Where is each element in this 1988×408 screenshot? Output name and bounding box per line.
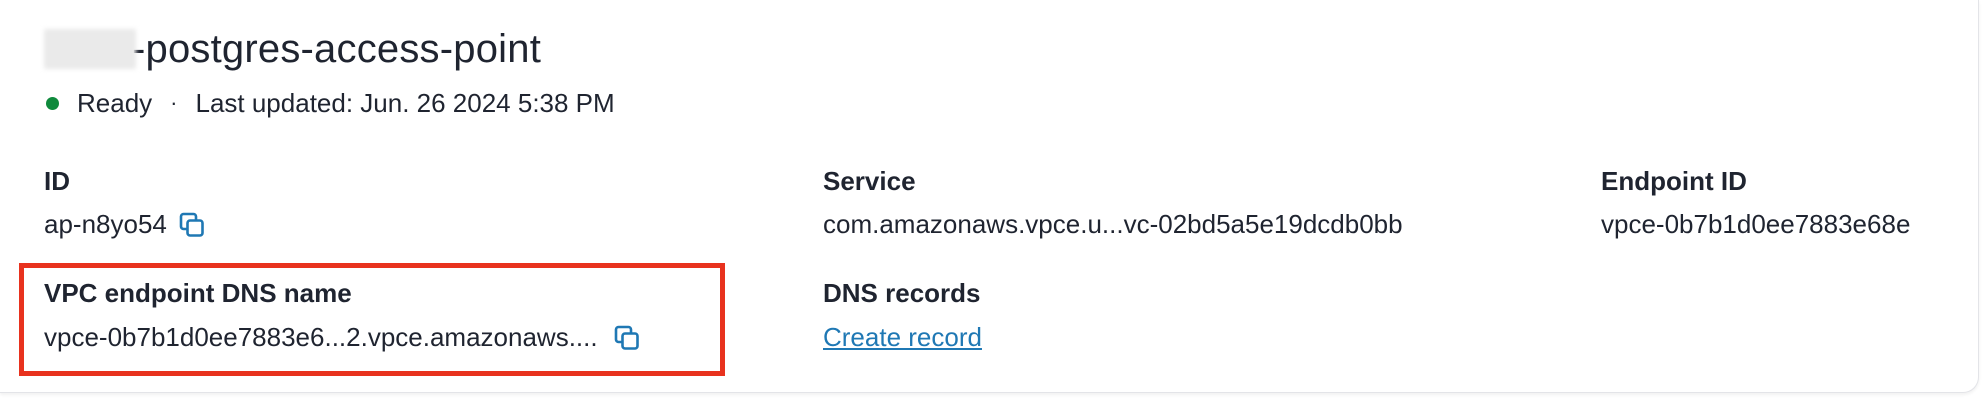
endpoint-id-value-text: vpce-0b7b1d0ee7883e68e bbox=[1601, 209, 1911, 239]
endpoint-id-label: Endpoint ID bbox=[1601, 166, 1747, 196]
id-value-row: ap-n8yo54 bbox=[44, 209, 205, 240]
last-updated-text: Last updated: Jun. 26 2024 5:38 PM bbox=[195, 87, 615, 118]
endpoint-id-value: vpce-0b7b1d0ee7883e68e bbox=[1601, 209, 1910, 240]
id-label: ID bbox=[44, 166, 70, 196]
highlight-box bbox=[19, 263, 725, 376]
status-row: Ready · Last updated: Jun. 26 2024 5:38 … bbox=[46, 86, 615, 120]
create-record-link[interactable]: Create record bbox=[823, 322, 982, 353]
title-row: -postgres-access-point bbox=[44, 22, 541, 76]
separator-dot: · bbox=[170, 90, 178, 115]
redacted-name-prefix bbox=[44, 29, 136, 69]
service-value: com.amazonaws.vpce.u...vc-02bd5a5e19dcdb… bbox=[823, 209, 1403, 240]
dns-records-value: Create record bbox=[823, 322, 982, 353]
copy-icon[interactable] bbox=[179, 212, 205, 238]
dns-records-label: DNS records bbox=[823, 278, 981, 308]
page-title: -postgres-access-point bbox=[132, 26, 542, 71]
status-text: Ready bbox=[77, 87, 153, 118]
service-label: Service bbox=[823, 166, 916, 196]
service-value-text: com.amazonaws.vpce.u...vc-02bd5a5e19dcdb… bbox=[823, 209, 1403, 239]
id-value: ap-n8yo54 bbox=[44, 209, 167, 239]
status-dot-icon bbox=[46, 96, 59, 110]
